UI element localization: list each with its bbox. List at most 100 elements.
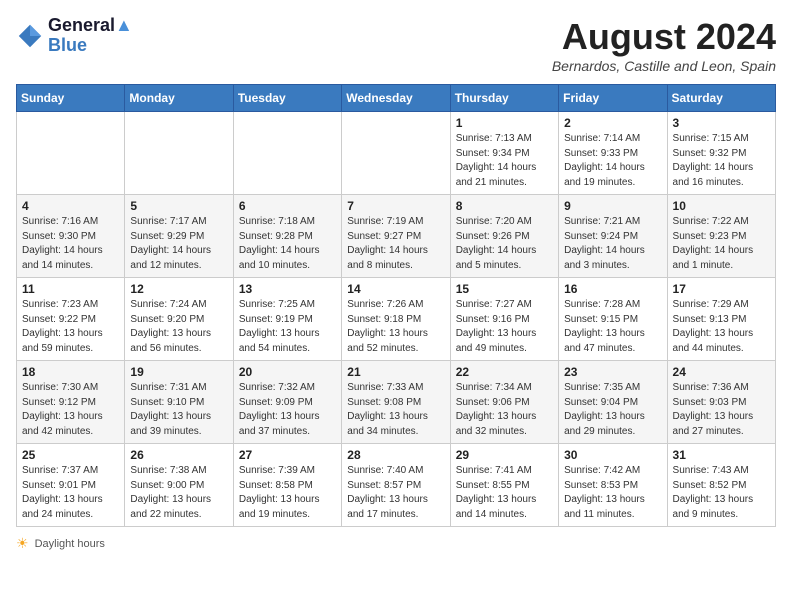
day-number: 30 xyxy=(564,448,661,462)
day-info: Sunrise: 7:33 AM Sunset: 9:08 PM Dayligh… xyxy=(347,381,444,439)
day-info: Sunrise: 7:17 AM Sunset: 9:29 PM Dayligh… xyxy=(130,215,227,273)
calendar-cell: 29Sunrise: 7:41 AM Sunset: 8:55 PM Dayli… xyxy=(450,444,558,527)
calendar-cell xyxy=(233,112,341,195)
day-number: 18 xyxy=(22,365,119,379)
day-number: 1 xyxy=(456,116,553,130)
day-info: Sunrise: 7:25 AM Sunset: 9:19 PM Dayligh… xyxy=(239,298,336,356)
calendar-week-row: 25 Sunrise: 7:37 AM Sunset: 9:01 PM Dayli… xyxy=(17,444,776,527)
day-info: Sunrise: 7:40 AM Sunset: 8:57 PM Dayligh… xyxy=(347,464,444,522)
calendar-cell: 20 Sunrise: 7:32 AM Sunset: 9:09 PM Dayli… xyxy=(233,361,341,444)
day-of-week-header: Saturday xyxy=(667,85,775,112)
location-subtitle: Bernardos, Castille and Leon, Spain xyxy=(552,58,776,74)
calendar-cell: 19Sunrise: 7:31 AM Sunset: 9:10 PM Dayli… xyxy=(125,361,233,444)
day-info: Sunrise: 7:37 AM Sunset: 9:01 PM Dayligh… xyxy=(22,464,119,522)
day-info: Sunrise: 7:16 AM Sunset: 9:30 PM Dayligh… xyxy=(22,215,119,273)
day-number: 7 xyxy=(347,199,444,213)
calendar-cell xyxy=(17,112,125,195)
calendar-cell: 21 Sunrise: 7:33 AM Sunset: 9:08 PM Dayli… xyxy=(342,361,450,444)
day-number: 6 xyxy=(239,199,336,213)
day-number: 8 xyxy=(456,199,553,213)
calendar-cell: 9 Sunrise: 7:21 AM Sunset: 9:24 PM Daylig… xyxy=(559,195,667,278)
calendar-week-row: 11 Sunrise: 7:23 AM Sunset: 9:22 PM Dayli… xyxy=(17,278,776,361)
day-number: 26 xyxy=(130,448,227,462)
calendar-cell: 31Sunrise: 7:43 AM Sunset: 8:52 PM Dayli… xyxy=(667,444,775,527)
day-number: 19 xyxy=(130,365,227,379)
day-info: Sunrise: 7:28 AM Sunset: 9:15 PM Dayligh… xyxy=(564,298,661,356)
day-info: Sunrise: 7:32 AM Sunset: 9:09 PM Dayligh… xyxy=(239,381,336,439)
day-number: 21 xyxy=(347,365,444,379)
logo: General▲ Blue xyxy=(16,16,133,56)
day-number: 5 xyxy=(130,199,227,213)
sun-icon: ☀ xyxy=(16,535,29,552)
daylight-hours-label: Daylight hours xyxy=(35,538,105,550)
day-number: 10 xyxy=(673,199,770,213)
day-number: 29 xyxy=(456,448,553,462)
day-info: Sunrise: 7:26 AM Sunset: 9:18 PM Dayligh… xyxy=(347,298,444,356)
calendar-cell xyxy=(125,112,233,195)
day-info: Sunrise: 7:38 AM Sunset: 9:00 PM Dayligh… xyxy=(130,464,227,522)
day-number: 16 xyxy=(564,282,661,296)
day-of-week-header: Sunday xyxy=(17,85,125,112)
calendar-cell: 11 Sunrise: 7:23 AM Sunset: 9:22 PM Dayli… xyxy=(17,278,125,361)
calendar-cell: 8 Sunrise: 7:20 AM Sunset: 9:26 PM Daylig… xyxy=(450,195,558,278)
day-info: Sunrise: 7:18 AM Sunset: 9:28 PM Dayligh… xyxy=(239,215,336,273)
page-header: General▲ Blue August 2024 Bernardos, Cas… xyxy=(16,16,776,74)
day-number: 4 xyxy=(22,199,119,213)
calendar-cell: 16 Sunrise: 7:28 AM Sunset: 9:15 PM Dayli… xyxy=(559,278,667,361)
calendar-cell: 4 Sunrise: 7:16 AM Sunset: 9:30 PM Daylig… xyxy=(17,195,125,278)
calendar-cell: 14 Sunrise: 7:26 AM Sunset: 9:18 PM Dayli… xyxy=(342,278,450,361)
month-year-title: August 2024 xyxy=(552,16,776,58)
day-number: 24 xyxy=(673,365,770,379)
calendar-week-row: 1Sunrise: 7:13 AM Sunset: 9:34 PM Daylig… xyxy=(17,112,776,195)
calendar-week-row: 18 Sunrise: 7:30 AM Sunset: 9:12 PM Dayli… xyxy=(17,361,776,444)
day-info: Sunrise: 7:43 AM Sunset: 8:52 PM Dayligh… xyxy=(673,464,770,522)
calendar-cell: 15 Sunrise: 7:27 AM Sunset: 9:16 PM Dayli… xyxy=(450,278,558,361)
day-number: 22 xyxy=(456,365,553,379)
day-number: 12 xyxy=(130,282,227,296)
calendar-cell: 5 Sunrise: 7:17 AM Sunset: 9:29 PM Daylig… xyxy=(125,195,233,278)
calendar-cell: 28 Sunrise: 7:40 AM Sunset: 8:57 PM Dayli… xyxy=(342,444,450,527)
day-of-week-header: Thursday xyxy=(450,85,558,112)
day-info: Sunrise: 7:34 AM Sunset: 9:06 PM Dayligh… xyxy=(456,381,553,439)
calendar-cell: 3Sunrise: 7:15 AM Sunset: 9:32 PM Daylig… xyxy=(667,112,775,195)
day-number: 17 xyxy=(673,282,770,296)
day-info: Sunrise: 7:39 AM Sunset: 8:58 PM Dayligh… xyxy=(239,464,336,522)
day-number: 14 xyxy=(347,282,444,296)
day-info: Sunrise: 7:23 AM Sunset: 9:22 PM Dayligh… xyxy=(22,298,119,356)
day-number: 11 xyxy=(22,282,119,296)
calendar-cell: 22 Sunrise: 7:34 AM Sunset: 9:06 PM Dayli… xyxy=(450,361,558,444)
day-number: 9 xyxy=(564,199,661,213)
day-info: Sunrise: 7:15 AM Sunset: 9:32 PM Dayligh… xyxy=(673,132,770,190)
day-info: Sunrise: 7:14 AM Sunset: 9:33 PM Dayligh… xyxy=(564,132,661,190)
day-of-week-header: Monday xyxy=(125,85,233,112)
day-number: 20 xyxy=(239,365,336,379)
day-number: 23 xyxy=(564,365,661,379)
calendar-week-row: 4 Sunrise: 7:16 AM Sunset: 9:30 PM Daylig… xyxy=(17,195,776,278)
day-info: Sunrise: 7:20 AM Sunset: 9:26 PM Dayligh… xyxy=(456,215,553,273)
logo-text: General▲ Blue xyxy=(48,16,133,56)
calendar-cell: 18 Sunrise: 7:30 AM Sunset: 9:12 PM Dayli… xyxy=(17,361,125,444)
calendar-cell: 24 Sunrise: 7:36 AM Sunset: 9:03 PM Dayli… xyxy=(667,361,775,444)
calendar-table: SundayMondayTuesdayWednesdayThursdayFrid… xyxy=(16,84,776,527)
day-info: Sunrise: 7:21 AM Sunset: 9:24 PM Dayligh… xyxy=(564,215,661,273)
day-of-week-header: Wednesday xyxy=(342,85,450,112)
calendar-cell: 10Sunrise: 7:22 AM Sunset: 9:23 PM Dayli… xyxy=(667,195,775,278)
day-info: Sunrise: 7:36 AM Sunset: 9:03 PM Dayligh… xyxy=(673,381,770,439)
calendar-cell: 30Sunrise: 7:42 AM Sunset: 8:53 PM Dayli… xyxy=(559,444,667,527)
day-info: Sunrise: 7:29 AM Sunset: 9:13 PM Dayligh… xyxy=(673,298,770,356)
calendar-cell: 2Sunrise: 7:14 AM Sunset: 9:33 PM Daylig… xyxy=(559,112,667,195)
day-info: Sunrise: 7:24 AM Sunset: 9:20 PM Dayligh… xyxy=(130,298,227,356)
calendar-cell: 25 Sunrise: 7:37 AM Sunset: 9:01 PM Dayli… xyxy=(17,444,125,527)
calendar-cell: 12 Sunrise: 7:24 AM Sunset: 9:20 PM Dayli… xyxy=(125,278,233,361)
day-info: Sunrise: 7:30 AM Sunset: 9:12 PM Dayligh… xyxy=(22,381,119,439)
day-number: 27 xyxy=(239,448,336,462)
calendar-cell: 26 Sunrise: 7:38 AM Sunset: 9:00 PM Dayli… xyxy=(125,444,233,527)
calendar-cell: 13Sunrise: 7:25 AM Sunset: 9:19 PM Dayli… xyxy=(233,278,341,361)
day-number: 25 xyxy=(22,448,119,462)
day-number: 15 xyxy=(456,282,553,296)
logo-icon xyxy=(16,22,44,50)
day-of-week-header: Friday xyxy=(559,85,667,112)
day-info: Sunrise: 7:27 AM Sunset: 9:16 PM Dayligh… xyxy=(456,298,553,356)
title-block: August 2024 Bernardos, Castille and Leon… xyxy=(552,16,776,74)
day-number: 28 xyxy=(347,448,444,462)
